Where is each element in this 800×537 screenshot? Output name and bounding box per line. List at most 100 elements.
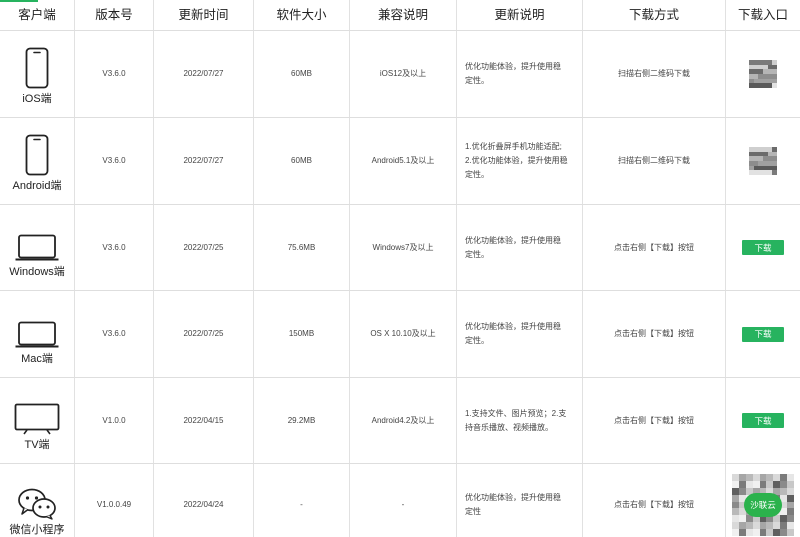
version-text: V3.6.0 [75,205,154,290]
header-update-time: 更新时间 [154,0,254,30]
download-method: 点击右侧【下载】按钮 [583,291,726,377]
table-body: iOS端 V3.6.0 2022/07/27 60MB iOS12及以上 优化功能体验，提… [0,31,800,537]
compat-text: Windows7及以上 [350,205,457,290]
notes-line: 优化功能体验，提升使用稳 [465,322,561,331]
mini-program-qr-icon: 沙联云 [732,474,794,536]
download-method: 点击右侧【下载】按钮 [583,205,726,290]
table-row: TV端 V1.0.0 2022/04/15 29.2MB Android4.2及以上 1.… [0,378,800,464]
update-notes: 优化功能体验，提升使用稳 定性。 [457,291,583,377]
file-size: 150MB [254,291,350,377]
notes-lines: 优化功能体验，提升使用稳 定性。 [465,60,561,88]
notes-lines: 1.优化折叠屏手机功能适配; 2.优化功能体验，提升使用稳 定性。 [465,140,568,182]
header-notes: 更新说明 [457,0,583,30]
notes-line: 持音乐播放、视频播放。 [465,422,553,432]
notes-line: 1.支持文件、图片预览；2.支 [465,408,567,418]
file-size: 60MB [254,118,350,204]
qr-code-icon [749,60,777,88]
laptop-icon [15,216,59,262]
update-date: 2022/07/27 [154,118,254,204]
download-entry [726,31,800,117]
client-name: 微信小程序 [9,523,65,536]
header-size: 软件大小 [254,0,350,30]
notes-line: 优化功能体验，提升使用稳 [465,493,561,502]
client-name: Android端 [12,179,62,192]
version-text: V1.0.0.49 [75,464,154,537]
client-name: Mac端 [21,352,53,365]
update-notes: 1.支持文件、图片预览；2.支 持音乐播放、视频播放。 [457,378,583,463]
notes-line: 定性。 [465,336,489,345]
download-entry: 下载 [726,291,800,377]
client-cell: Mac端 [0,291,75,377]
update-date: 2022/07/25 [154,291,254,377]
notes-line: 优化功能体验，提升使用稳 [465,235,561,245]
header-version: 版本号 [75,0,154,30]
notes-line: 优化功能体验，提升使用稳 [465,62,561,71]
file-size: 75.6MB [254,205,350,290]
client-cell: Windows端 [0,205,75,290]
compat-text: Android4.2及以上 [350,378,457,463]
version-text: V1.0.0 [75,378,154,463]
client-cell: TV端 [0,378,75,463]
version-text: V3.6.0 [75,291,154,377]
file-size: - [254,464,350,537]
laptop-icon [15,303,59,349]
notes-lines: 优化功能体验，提升使用稳 定性 [465,491,561,519]
wechat-icon [17,474,57,520]
header-compat: 兼容说明 [350,0,457,30]
compat-text: Android5.1及以上 [350,118,457,204]
notes-line: 定性 [465,507,481,516]
tv-icon [14,389,60,435]
update-date: 2022/07/27 [154,31,254,117]
download-button[interactable]: 下载 [742,326,784,342]
notes-line: 定性。 [465,249,489,259]
update-date: 2022/04/24 [154,464,254,537]
download-button[interactable]: 下载 [742,240,784,255]
update-date: 2022/07/25 [154,205,254,290]
download-method: 扫描右侧二维码下载 [583,118,726,204]
client-cell: Android端 [0,118,75,204]
header-entry: 下载入口 [737,8,788,22]
download-button[interactable]: 下载 [742,413,784,428]
download-entry [726,118,800,204]
download-method: 扫描右侧二维码下载 [583,31,726,117]
qr-code-icon [749,147,777,175]
client-cell: 微信小程序 [0,464,75,537]
phone-icon [25,43,49,89]
download-table-page: 客户端 版本号 更新时间 软件大小 兼容说明 更新说明 下载方式 下载入口 iOS端 V3.6.… [0,0,800,537]
file-size: 60MB [254,31,350,117]
client-name: TV端 [24,439,50,451]
download-entry: 下载 [726,205,800,290]
update-date: 2022/04/15 [154,378,254,463]
client-name: Windows端 [9,266,65,278]
download-method: 点击右侧【下载】按钮 [583,378,726,463]
table-row: 微信小程序 V1.0.0.49 2022/04/24- - 优化功能体验，提升使用稳 定性… [0,464,800,537]
header-client: 客户端 [0,0,75,30]
notes-line: 定性。 [465,76,489,85]
download-method: 点击右侧【下载】按钮 [583,464,726,537]
notes-line: 2.优化功能体验，提升使用稳 [465,156,568,165]
update-notes: 优化功能体验，提升使用稳 定性 [457,464,583,537]
download-entry: 沙联云 [726,464,800,537]
update-notes: 优化功能体验，提升使用稳 定性。 [457,205,583,290]
client-name: iOS端 [22,92,52,105]
version-text: V3.6.0 [75,118,154,204]
phone-icon [25,130,49,176]
client-cell: iOS端 [0,31,75,117]
notes-lines: 优化功能体验，提升使用稳 定性。 [465,320,561,348]
download-entry: 下载 [726,378,800,463]
table-row: Mac端 V3.6.0 2022/07/25 150MB OS X 10.10及以上 优化… [0,291,800,378]
compat-text: iOS12及以上 [350,31,457,117]
table-row: Android端 V3.6.0 2022/07/27 60MB Android5.1及以… [0,118,800,205]
notes-lines: 1.支持文件、图片预览；2.支 持音乐播放、视频播放。 [465,407,566,435]
compat-text: OS X 10.10及以上 [350,291,457,377]
table-row: iOS端 V3.6.0 2022/07/27 60MB iOS12及以上 优化功能体验，提… [0,31,800,118]
file-size: 29.2MB [254,378,350,463]
update-notes: 优化功能体验，提升使用稳 定性。 [457,31,583,117]
version-text: V3.6.0 [75,31,154,117]
table-header: 客户端 版本号 更新时间 软件大小 兼容说明 更新说明 下载方式 下载入口 [0,0,800,31]
notes-line: 定性。 [465,170,489,179]
notes-lines: 优化功能体验，提升使用稳 定性。 [465,234,561,262]
compat-text: - [350,464,457,537]
notes-line: 1.优化折叠屏手机功能适配; [465,142,562,151]
active-tab-indicator [0,0,38,2]
